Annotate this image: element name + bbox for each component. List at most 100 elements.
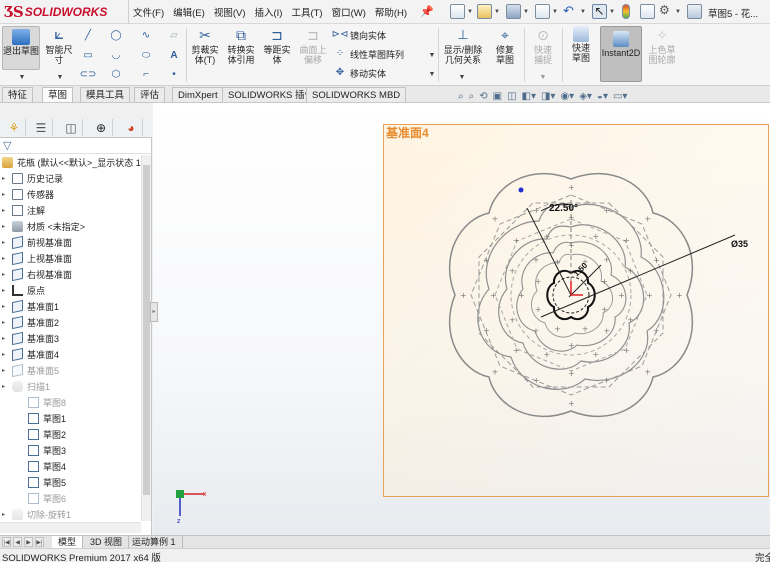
vertical-scrollbar[interactable]	[141, 155, 151, 521]
relation-marker[interactable]: +	[483, 326, 490, 335]
relation-marker[interactable]: +	[492, 367, 499, 376]
relation-marker[interactable]: +	[623, 236, 630, 245]
view-settings-icon[interactable]: ▭▾	[613, 91, 627, 102]
tree-item[interactable]: ▸ 传感器	[2, 187, 54, 201]
chevron-down-icon[interactable]: ▼	[467, 9, 473, 15]
prev-tab-icon[interactable]: ◀	[13, 537, 22, 547]
menu-help[interactable]: 帮助(H)	[375, 5, 407, 19]
tree-item[interactable]: ▸ 基准面5	[2, 363, 59, 377]
relation-marker[interactable]: +	[483, 256, 490, 265]
relation-marker[interactable]: +	[603, 326, 610, 335]
tree-item[interactable]: 草图5	[28, 475, 66, 489]
relation-marker[interactable]: +	[603, 256, 610, 265]
plane-sketch-icon[interactable]: ▱	[166, 28, 182, 42]
instant2d-button[interactable]: Instant2D	[600, 26, 642, 82]
exit-sketch-button[interactable]: 退出草图	[2, 26, 40, 70]
mirror-icon[interactable]: ⊳⊲	[332, 27, 349, 41]
tree-item[interactable]: 草图1	[28, 411, 66, 425]
display-style-icon[interactable]: ◨▾	[541, 91, 555, 102]
select-cursor-icon[interactable]: ↖	[592, 4, 607, 19]
relation-marker[interactable]: +	[627, 316, 634, 325]
tree-item[interactable]: ▸ 切除-旋转1	[2, 507, 71, 521]
chevron-down-icon[interactable]: ▼	[675, 9, 681, 15]
fillet-icon[interactable]: ⌐	[138, 67, 154, 81]
relation-marker[interactable]: +	[623, 346, 630, 355]
save-icon[interactable]	[506, 4, 521, 19]
expand-arrow-icon[interactable]: ▸	[2, 271, 5, 278]
tree-item[interactable]: ▸ 注解	[2, 203, 45, 217]
feature-manager-tab-icon[interactable]: ⚘	[3, 119, 26, 136]
point-icon[interactable]: •	[166, 67, 182, 81]
tree-item[interactable]: 草图6	[28, 491, 66, 505]
tree-root-part[interactable]: 花瓶 (默认<<默认>_显示状态 1	[2, 155, 141, 169]
relation-marker[interactable]: +	[653, 326, 660, 335]
tree-item[interactable]: 草图3	[28, 443, 66, 457]
expand-arrow-icon[interactable]: ▸	[2, 303, 5, 310]
chevron-down-icon[interactable]: ▼	[52, 70, 68, 84]
expand-arrow-icon[interactable]: ▸	[2, 287, 5, 294]
property-manager-tab-icon[interactable]: ☰	[30, 119, 53, 136]
tree-item[interactable]: ▸ 基准面1	[2, 299, 59, 313]
circle-icon[interactable]: ◯	[108, 28, 124, 42]
undo-icon[interactable]: ↶	[563, 4, 578, 19]
line-icon[interactable]: ╱	[80, 28, 96, 42]
first-tab-icon[interactable]: |◀	[2, 537, 11, 547]
expand-arrow-icon[interactable]: ▸	[2, 383, 5, 390]
chevron-down-icon[interactable]: ▼	[14, 70, 30, 84]
diameter-dimension[interactable]: Ø35	[731, 239, 748, 249]
display-delete-relations-button[interactable]: ⊥ 显示/删除几何关系	[440, 26, 486, 65]
tree-item[interactable]: ▸ 历史记录	[2, 171, 63, 185]
angle-dimension[interactable]: 22.50°	[549, 203, 578, 214]
tree-item[interactable]: 草图2	[28, 427, 66, 441]
tab-3d-view[interactable]: 3D 视图	[84, 536, 130, 548]
quick-snaps-button[interactable]: ⊙ 快速捕捉	[526, 26, 560, 65]
relation-marker[interactable]: +	[554, 258, 561, 267]
last-tab-icon[interactable]: ▶|	[35, 537, 44, 547]
petal-contour-2[interactable]	[477, 203, 665, 390]
relation-marker[interactable]: +	[490, 291, 497, 300]
relation-marker[interactable]: +	[601, 277, 608, 286]
expand-arrow-icon[interactable]: ▸	[2, 351, 5, 358]
tab-solidworks-mbd[interactable]: SOLIDWORKS MBD	[306, 87, 407, 102]
chevron-down-icon[interactable]: ▼	[523, 9, 529, 15]
relation-marker[interactable]: +	[603, 206, 610, 215]
display-manager-tab-icon[interactable]: ◕	[120, 119, 143, 136]
relation-marker[interactable]: +	[618, 291, 625, 300]
relation-marker[interactable]: +	[509, 267, 516, 276]
move-entities-label[interactable]: 移动实体	[350, 67, 386, 80]
relation-marker[interactable]: +	[568, 399, 575, 408]
tree-item[interactable]: 草图4	[28, 459, 66, 473]
configuration-manager-tab-icon[interactable]: ◫	[60, 119, 83, 136]
tab-motion-study[interactable]: 运动算例 1	[126, 536, 183, 548]
relation-marker[interactable]: +	[603, 376, 610, 385]
tab-mold-tools[interactable]: 模具工具	[80, 87, 131, 102]
mirror-entities-label[interactable]: 镜向实体	[350, 29, 386, 42]
tab-dimxpert[interactable]: DimXpert	[172, 87, 224, 102]
relation-marker[interactable]: +	[644, 367, 651, 376]
tree-item[interactable]: 草图8	[28, 395, 66, 409]
hide-show-icon[interactable]: ◉▾	[560, 91, 574, 102]
polygon-icon[interactable]: ⬡	[108, 67, 124, 81]
tree-item[interactable]: ▸ 基准面3	[2, 331, 59, 345]
linear-pattern-icon[interactable]: ⁘	[332, 46, 348, 60]
relation-marker[interactable]: +	[509, 316, 516, 325]
traffic-light-icon[interactable]	[622, 4, 630, 19]
blue-sketch-point[interactable]	[518, 187, 524, 193]
menu-tools[interactable]: 工具(T)	[291, 5, 322, 19]
next-tab-icon[interactable]: ▶	[24, 537, 33, 547]
relation-marker[interactable]: +	[544, 350, 551, 359]
relation-marker[interactable]: +	[593, 350, 600, 359]
relation-marker[interactable]: +	[627, 267, 634, 276]
relation-marker[interactable]: +	[460, 291, 467, 300]
pin-icon[interactable]: 📌	[420, 5, 434, 18]
menu-window[interactable]: 窗口(W)	[332, 5, 366, 19]
relation-marker[interactable]: +	[644, 215, 651, 224]
relation-marker[interactable]: +	[593, 232, 600, 241]
expand-arrow-icon[interactable]: ▸	[2, 367, 5, 374]
relation-marker[interactable]: +	[535, 277, 542, 286]
ellipse-icon[interactable]: ⬭	[138, 48, 154, 62]
text-icon[interactable]: A	[166, 48, 182, 62]
relation-marker[interactable]: +	[535, 305, 542, 314]
filter-bar[interactable]: ▽	[0, 138, 152, 154]
offset-entities-button[interactable]: ⊐ 等距实体	[260, 26, 294, 65]
